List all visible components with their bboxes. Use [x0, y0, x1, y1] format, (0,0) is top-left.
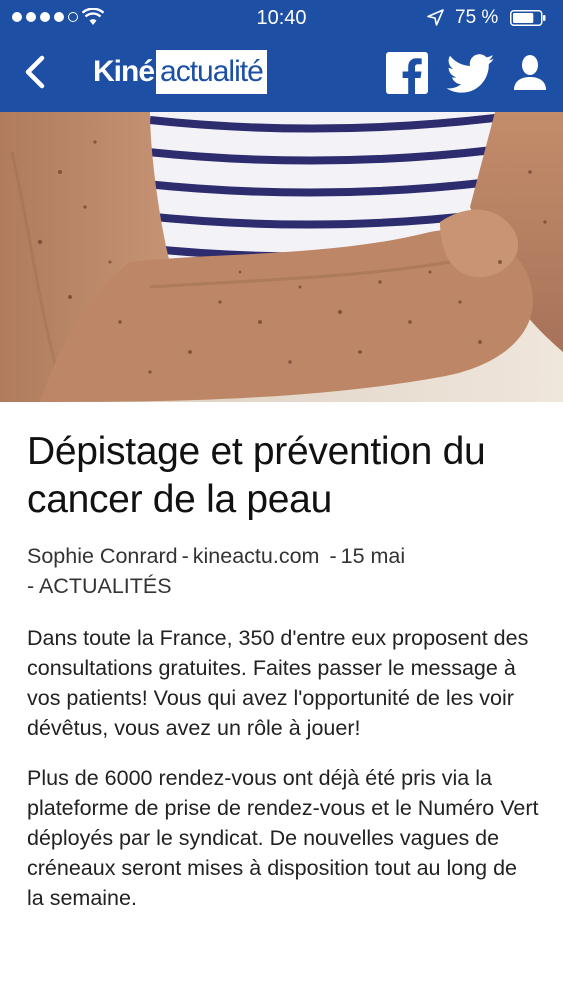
twitter-icon[interactable]	[446, 54, 496, 94]
meta-separator: -	[27, 574, 35, 598]
nav-bar: Kiné actualité	[0, 36, 563, 112]
app-header: 10:40 75 % Kiné actualité	[0, 0, 563, 112]
article-meta: Sophie Conrard - kineactu.com -15 mai - AC…	[27, 541, 539, 601]
user-icon[interactable]	[512, 54, 548, 92]
meta-separator: -	[181, 544, 189, 568]
meta-separator: -	[329, 544, 337, 568]
article: Dépistage et prévention du cancer de la …	[27, 428, 539, 913]
article-category[interactable]: ACTUALITÉS	[39, 574, 172, 598]
battery-percent: 75 %	[455, 7, 499, 28]
article-source[interactable]: kineactu.com	[193, 544, 320, 568]
article-author[interactable]: Sophie Conrard	[27, 544, 178, 568]
battery-icon	[510, 10, 546, 26]
logo-actualite-text: actualité	[156, 50, 267, 94]
article-hero-image	[0, 112, 563, 402]
back-icon[interactable]	[18, 50, 54, 94]
location-arrow-icon	[427, 9, 444, 26]
status-bar: 10:40 75 %	[0, 0, 563, 36]
hero-photo-illustration	[0, 112, 563, 402]
logo-kine-text: Kiné	[93, 55, 155, 88]
article-date: 15 mai	[340, 544, 406, 568]
article-paragraph: Plus de 6000 rendez-vous ont déjà été pr…	[27, 766, 539, 910]
facebook-icon[interactable]	[386, 52, 428, 94]
article-paragraph: Dans toute la France, 350 d'entre eux pr…	[27, 626, 529, 740]
app-logo[interactable]: Kiné actualité	[93, 50, 267, 94]
article-title: Dépistage et prévention du cancer de la …	[27, 430, 486, 521]
